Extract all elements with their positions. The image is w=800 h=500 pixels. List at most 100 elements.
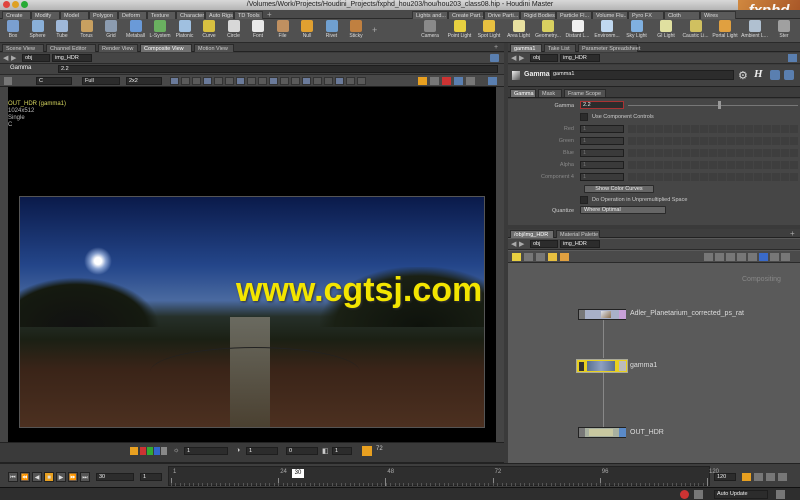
shelf-tab-deform[interactable]: Deform <box>118 11 147 19</box>
timeline-ruler[interactable]: 1 24 48 72 96 120 30 <box>168 466 719 486</box>
update-icon[interactable] <box>776 490 785 499</box>
viewer-tool-icon[interactable] <box>258 77 267 85</box>
gamma-field[interactable]: 1 <box>246 447 278 455</box>
shelf-tool-box[interactable]: Box <box>2 20 24 42</box>
param-path-img[interactable]: img_HDR <box>560 54 600 62</box>
tab-channel-editor[interactable]: Channel Editor <box>46 44 96 52</box>
shelf-tool-point-light[interactable]: Point Light <box>446 20 474 42</box>
shelf-tool-ambient-l[interactable]: Ambient L... <box>741 20 769 42</box>
forward-arrow-icon[interactable]: ▶ <box>11 54 16 62</box>
param-path-obj[interactable]: obj <box>530 54 558 62</box>
color-channels-icon[interactable] <box>130 447 138 455</box>
lut-field[interactable]: 1 <box>332 447 352 455</box>
viewer-tool-icon[interactable] <box>280 77 289 85</box>
current-frame-field[interactable]: 30 <box>96 473 134 481</box>
viewer-tool-icon[interactable] <box>247 77 256 85</box>
viewer-tool-icon[interactable] <box>214 77 223 85</box>
viewer-tool-icon[interactable] <box>170 77 179 85</box>
subtab-gamma[interactable]: Gamma <box>510 89 536 97</box>
path-segment-img[interactable]: img_HDR <box>52 54 92 62</box>
shelf-tool-distant-l[interactable]: Distant L... <box>564 20 592 42</box>
zoom-window-button[interactable] <box>21 1 28 8</box>
minimize-window-button[interactable] <box>12 1 19 8</box>
info-icon[interactable] <box>770 70 780 80</box>
record-icon[interactable] <box>442 77 451 85</box>
shelf-tool-sticky[interactable]: Sticky <box>345 20 367 42</box>
shelf-tool-rivet[interactable]: Rivet <box>321 20 343 42</box>
link-icon[interactable] <box>454 77 463 85</box>
image-icon[interactable] <box>4 77 12 85</box>
zoom-select[interactable]: 2x2 <box>126 77 162 85</box>
back-arrow-icon[interactable]: ◀ <box>3 54 8 62</box>
tab-take-list[interactable]: Take List <box>544 44 576 52</box>
plane-select[interactable]: C <box>36 77 72 85</box>
net-path-img[interactable]: img_HDR <box>560 240 600 248</box>
gamma-slider-track[interactable] <box>628 105 798 106</box>
jump-start-button[interactable]: ⏮ <box>8 472 18 482</box>
shelf-tab-create[interactable]: Create <box>2 11 31 19</box>
red-channel-button[interactable] <box>140 447 146 455</box>
shelf-tab-particle-fl[interactable]: Particle Fl... <box>556 11 592 19</box>
path-segment-obj[interactable]: obj <box>22 54 50 62</box>
network-tool-icon[interactable] <box>536 253 545 261</box>
shelf-tab-volume-flu[interactable]: Volume Flu... <box>592 11 628 19</box>
close-window-button[interactable] <box>3 1 10 8</box>
shelf-tool-gi-light[interactable]: GI Light <box>652 20 680 42</box>
out-hdr-node[interactable] <box>578 427 626 438</box>
shelf-tab-create-part[interactable]: Create Part... <box>448 11 484 19</box>
shelf-tool-sphere[interactable]: Sphere <box>27 20 49 42</box>
offset-field[interactable]: 0 <box>286 447 318 455</box>
network-view-icon[interactable] <box>715 253 724 261</box>
gamma-slider-handle[interactable] <box>718 101 721 109</box>
stop-button[interactable]: ■ <box>44 472 54 482</box>
add-pane-icon[interactable]: + <box>494 44 498 51</box>
viewer-tool-icon[interactable] <box>302 77 311 85</box>
shelf-tool-geometry[interactable]: Geometry... <box>534 20 562 42</box>
network-view-icon[interactable] <box>770 253 779 261</box>
help-icon[interactable] <box>784 70 794 80</box>
view-mode-icon[interactable] <box>488 77 497 85</box>
network-tool-icon[interactable] <box>524 253 533 261</box>
play-forward-button[interactable]: ▶ <box>56 472 66 482</box>
gear-icon[interactable]: ⚙ <box>738 69 748 82</box>
pin-icon[interactable] <box>490 54 499 62</box>
play-reverse-button[interactable]: ◀ <box>32 472 42 482</box>
shelf-tool-spot-light[interactable]: Spot Light <box>475 20 503 42</box>
network-view-icon[interactable] <box>726 253 735 261</box>
histogram-icon[interactable] <box>430 77 439 85</box>
lock-icon[interactable] <box>694 490 703 499</box>
keys-icon[interactable] <box>754 473 763 481</box>
shelf-tab-character[interactable]: Character <box>176 11 205 19</box>
update-mode-select[interactable]: Auto Update <box>714 490 768 499</box>
network-view-icon[interactable] <box>759 253 768 261</box>
shelf-tool-null[interactable]: Null <box>296 20 318 42</box>
shelf-tool-sky-light[interactable]: Sky Light <box>623 20 651 42</box>
shelf-tool-circle[interactable]: Circle <box>223 20 245 42</box>
shelf-tab-modify[interactable]: Modify <box>31 11 60 19</box>
tab-parameter-spreadsheet[interactable]: Parameter Spreadsheet <box>578 44 640 52</box>
viewer-tool-icon[interactable] <box>346 77 355 85</box>
shelf-tool-metaball[interactable]: Metaball <box>125 20 147 42</box>
gamma-value-field[interactable]: 2.2 <box>580 101 624 109</box>
shelf-tool-portal-light[interactable]: Portal Light <box>711 20 739 42</box>
viewer-tool-icon[interactable] <box>236 77 245 85</box>
shelf-tab-pyro-fx[interactable]: Pyro FX <box>628 11 664 19</box>
shelf-tool-camera[interactable]: Camera <box>416 20 444 42</box>
param-pin-icon[interactable] <box>788 54 797 62</box>
use-component-checkbox[interactable] <box>580 113 588 121</box>
jump-end-button[interactable]: ⏭ <box>80 472 90 482</box>
add-tool-icon[interactable]: + <box>372 25 377 35</box>
quality-select[interactable]: Full <box>82 77 120 85</box>
composite-viewport[interactable]: OUT_HDR (gamma1) 1024x512 Single C www.c… <box>8 87 496 442</box>
green-channel-button[interactable] <box>147 447 153 455</box>
node-name-field[interactable]: gamma1 <box>550 70 734 80</box>
tab-composite-view[interactable]: Composite View <box>140 44 192 52</box>
tab-material-palette[interactable]: Material Palette <box>556 230 600 238</box>
viewer-tool-icon[interactable] <box>357 77 366 85</box>
global-anim-icon[interactable] <box>778 473 787 481</box>
shelf-tool-file[interactable]: File <box>272 20 294 42</box>
viewer-tool-icon[interactable] <box>225 77 234 85</box>
network-tool-icon[interactable] <box>548 253 557 261</box>
subtab-mask[interactable]: Mask <box>538 89 562 97</box>
shelf-tool-l-system[interactable]: L-System <box>149 20 171 42</box>
